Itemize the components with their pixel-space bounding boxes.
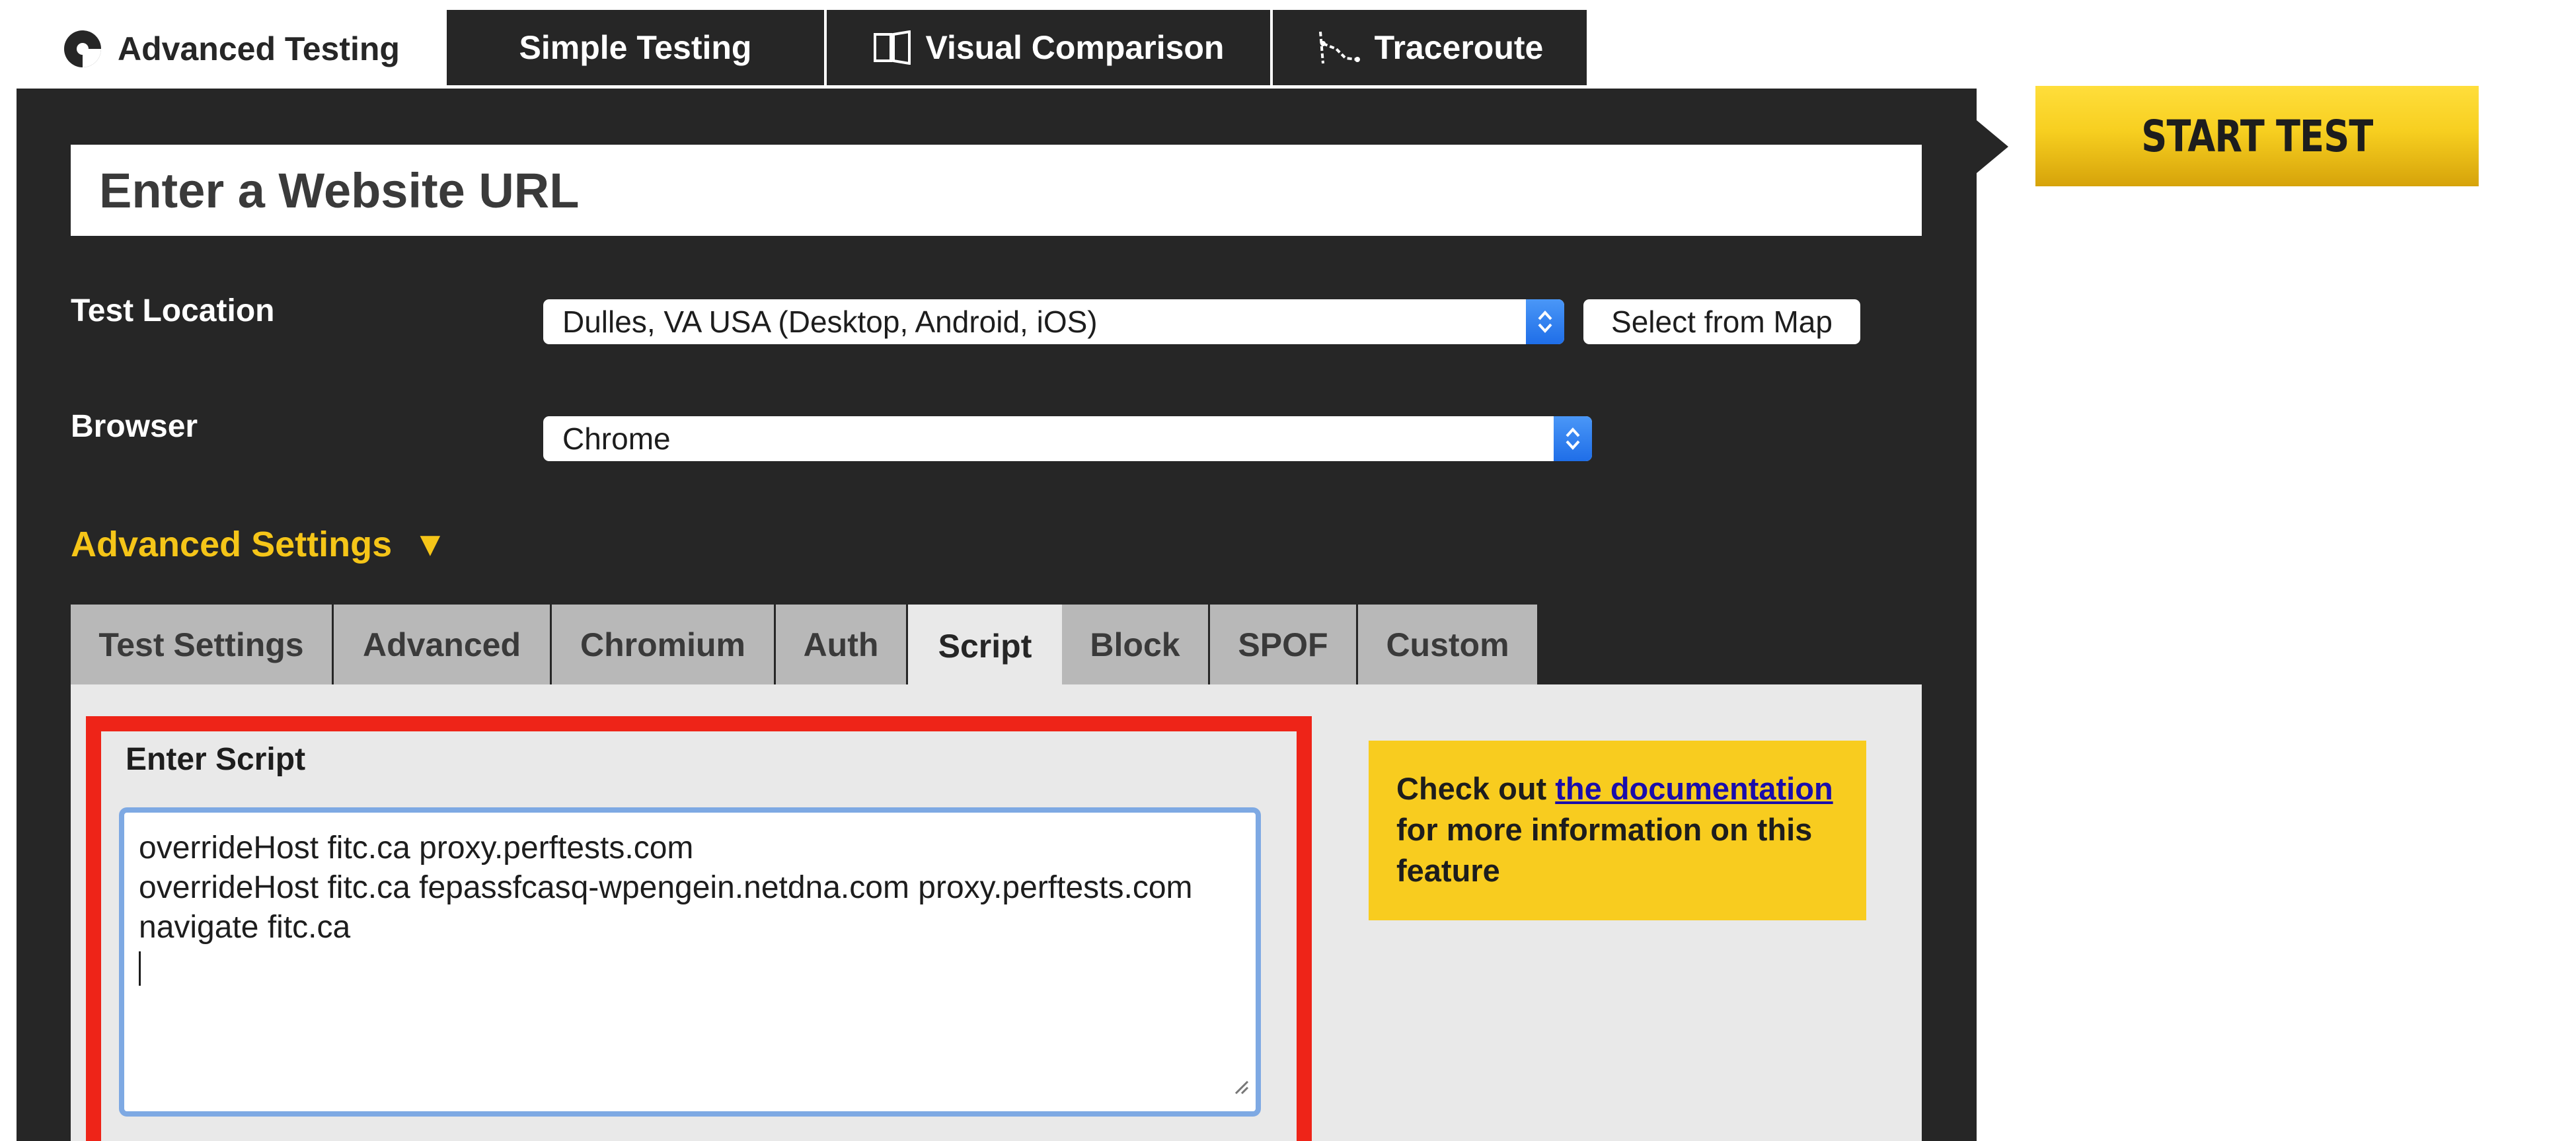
tab-label: Simple Testing [519,29,752,66]
enter-script-label: Enter Script [126,742,306,777]
script-line: overrideHost fitc.ca proxy.perftests.com [139,830,694,865]
tab-label: Script [938,627,1032,665]
start-pointer-icon [1977,120,2008,173]
script-line: overrideHost fitc.ca fepassfcasq-wpengei… [139,870,1193,905]
tab-script[interactable]: Script [908,605,1062,687]
tab-spof[interactable]: SPOF [1210,605,1358,684]
tab-label: Visual Comparison [925,29,1225,66]
tab-advanced-testing[interactable]: Advanced Testing [17,9,445,89]
test-location-select[interactable]: Dulles, VA USA (Desktop, Android, iOS) [543,299,1564,344]
traceroute-icon [1316,29,1360,66]
tab-test-settings[interactable]: Test Settings [71,605,334,684]
advanced-settings-toggle[interactable]: Advanced Settings ▼ [71,524,447,565]
tab-label: Test Settings [98,626,304,663]
tab-block[interactable]: Block [1062,605,1210,684]
tab-traceroute[interactable]: Traceroute [1271,9,1588,87]
select-arrows-icon [1554,416,1592,461]
tab-chromium[interactable]: Chromium [552,605,776,684]
text-cursor [139,947,1256,987]
logo-icon [62,28,103,69]
start-test-button[interactable]: START TEST [2035,86,2479,186]
tab-simple-testing[interactable]: Simple Testing [445,9,825,87]
tab-label: Custom [1386,626,1509,663]
tab-visual-comparison[interactable]: Visual Comparison [825,9,1271,87]
script-line: navigate fitc.ca [139,910,351,945]
test-location-value: Dulles, VA USA (Desktop, Android, iOS) [562,305,1098,339]
tab-advanced[interactable]: Advanced [334,605,552,684]
tab-label: SPOF [1238,626,1328,663]
doc-note-prefix: Check out [1396,771,1556,806]
browser-label: Browser [71,409,198,444]
tab-label: Traceroute [1374,29,1544,66]
browser-value: Chrome [562,422,671,456]
tab-custom[interactable]: Custom [1358,605,1537,684]
tab-auth[interactable]: Auth [776,605,908,684]
url-input[interactable]: Enter a Website URL [71,145,1922,236]
tab-label: Auth [803,626,879,663]
script-textarea[interactable]: overrideHost fitc.ca proxy.perftests.com… [119,807,1261,1117]
url-placeholder: Enter a Website URL [99,163,580,218]
browser-select[interactable]: Chrome [543,416,1592,461]
test-location-label: Test Location [71,293,275,328]
select-from-map-button[interactable]: Select from Map [1583,299,1860,344]
resize-grip-icon[interactable] [1232,1065,1249,1105]
doc-note-suffix: for more information on this feature [1396,812,1813,888]
tab-label: Chromium [580,626,745,663]
advanced-settings-label: Advanced Settings [71,525,393,564]
caret-down-icon: ▼ [413,525,447,564]
tab-label: Block [1090,626,1180,663]
tab-label: Advanced [363,626,521,663]
documentation-link[interactable]: the documentation [1555,771,1833,806]
documentation-note: Check out the documentation for more inf… [1369,741,1866,920]
compare-icon [873,30,911,65]
select-arrows-icon [1526,299,1564,344]
tab-label: Advanced Testing [118,30,400,67]
